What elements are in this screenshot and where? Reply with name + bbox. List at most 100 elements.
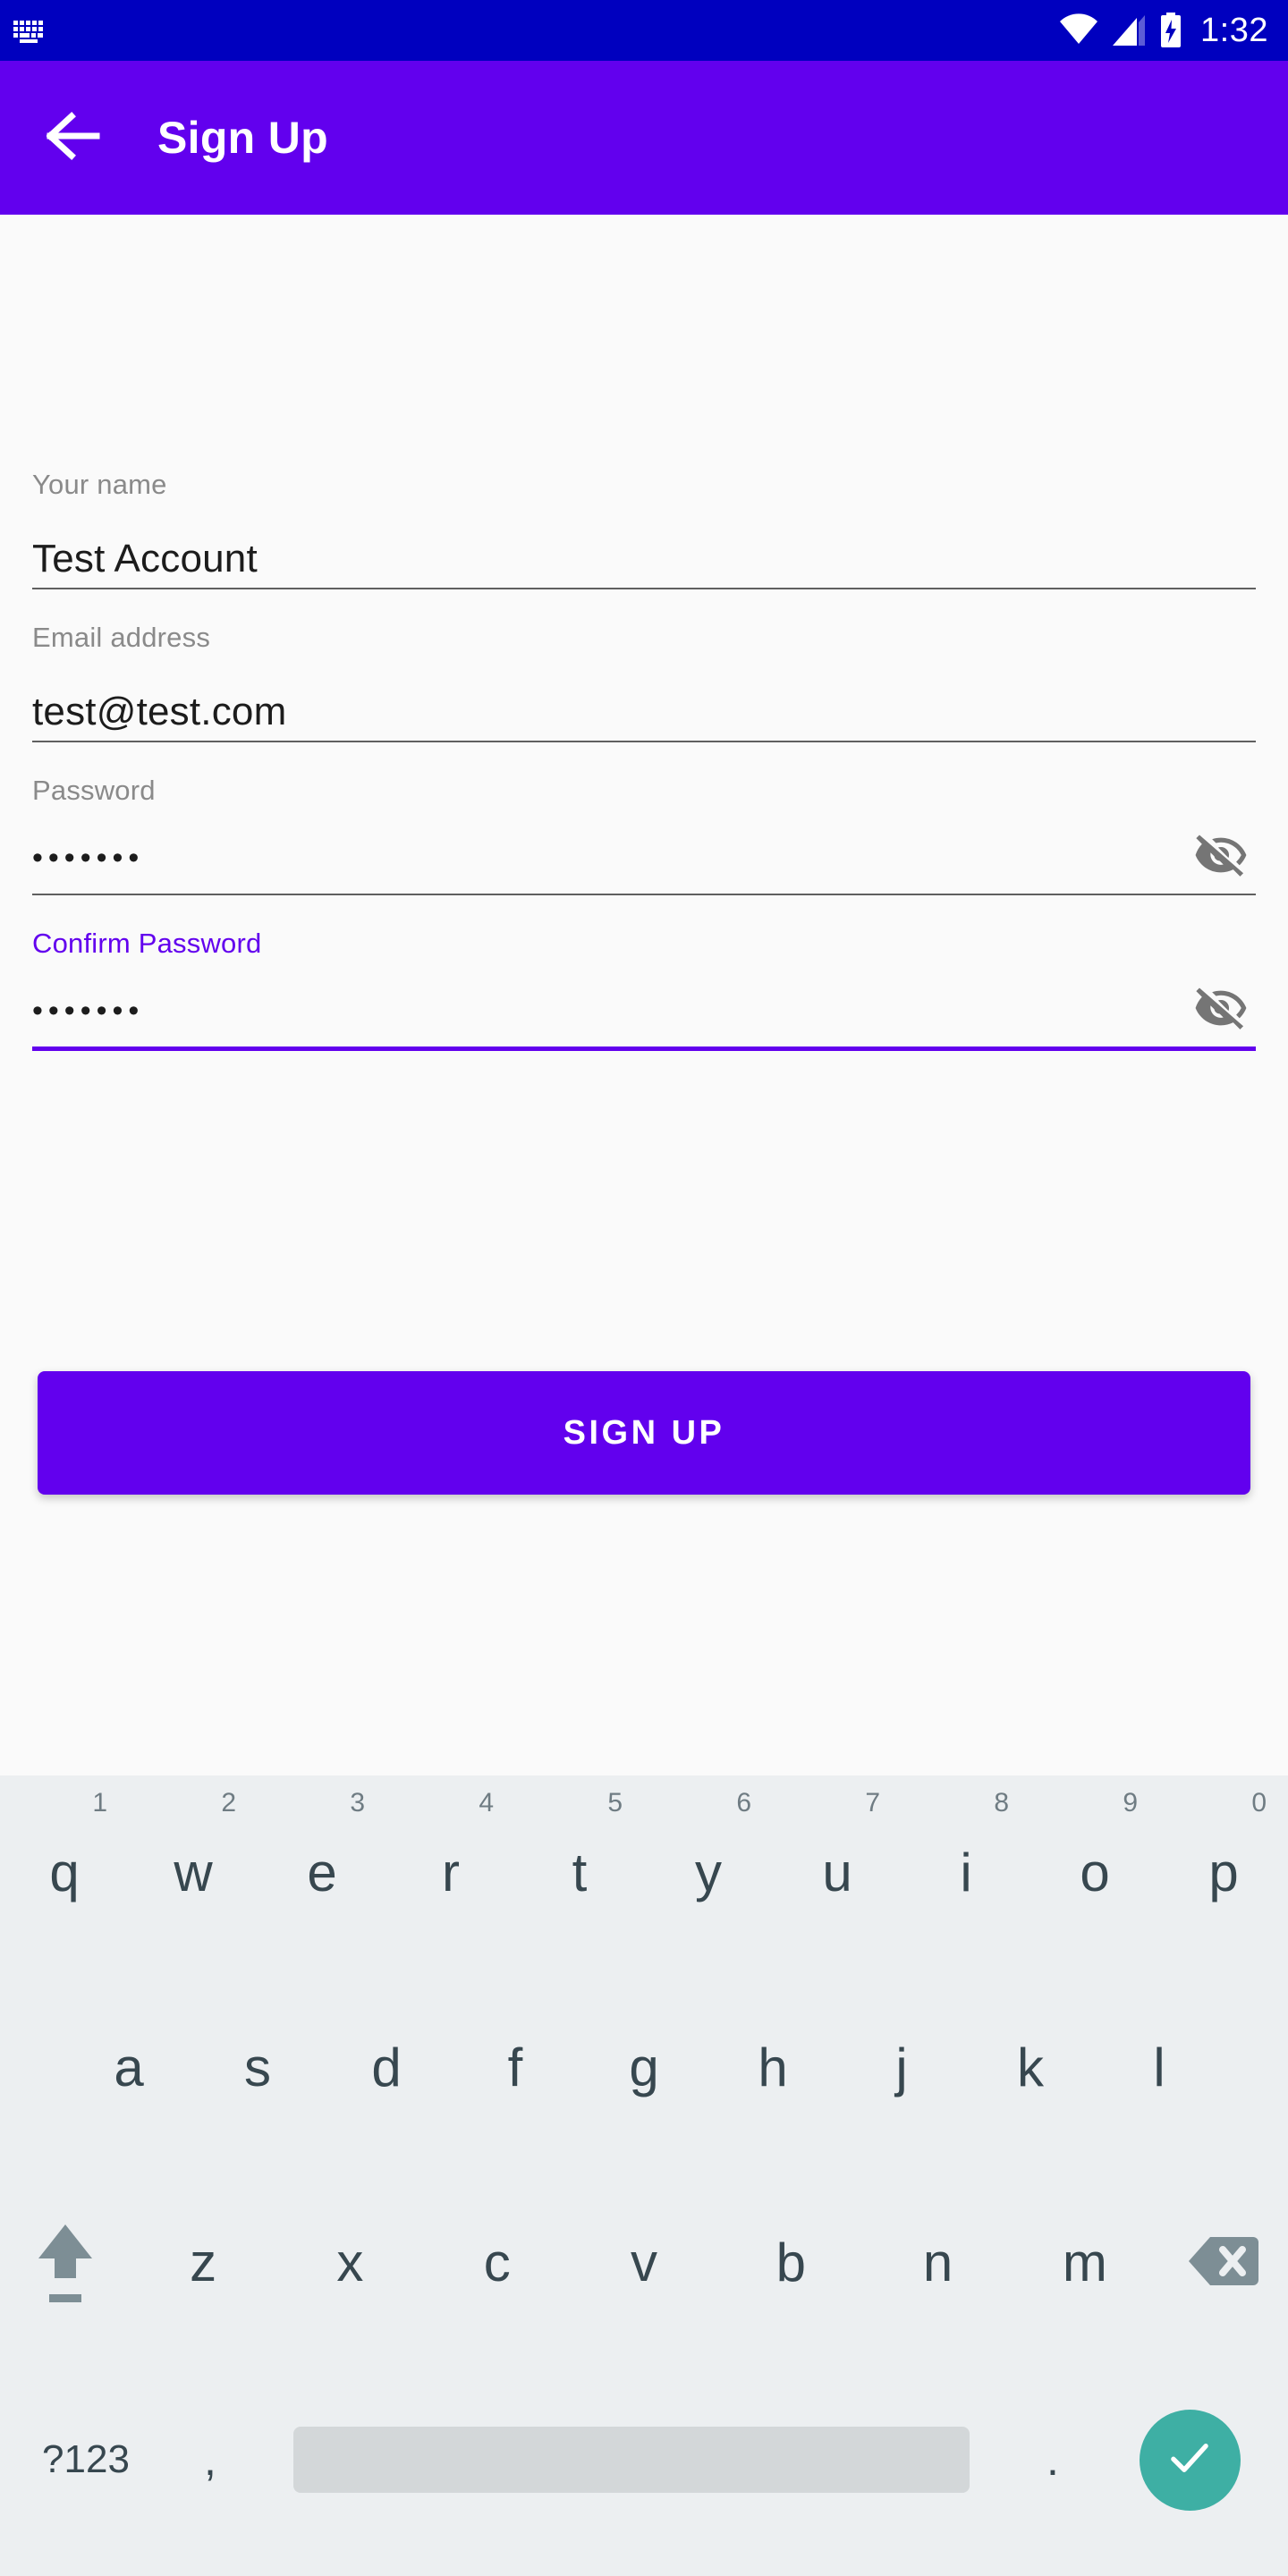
visibility-off-icon bbox=[1193, 980, 1249, 1040]
key-label: i bbox=[960, 1843, 972, 1902]
comma-key[interactable]: , bbox=[157, 2435, 263, 2485]
status-bar-right: 1:32 bbox=[1059, 12, 1268, 50]
field-underline-your-name bbox=[32, 588, 1256, 589]
key-label: t bbox=[572, 1843, 588, 1902]
input-row-your-name[interactable]: Test Account bbox=[32, 505, 1256, 588]
key-label: j bbox=[895, 2038, 908, 2097]
keyboard-row-3: z x c v b n m bbox=[0, 2165, 1288, 2360]
confirm-password-visibility-toggle[interactable] bbox=[1186, 975, 1256, 1045]
key-m[interactable]: m bbox=[1012, 2165, 1158, 2360]
sign-up-form: Your name Test Account Email address tes… bbox=[32, 468, 1256, 1082]
key-label: f bbox=[507, 2038, 523, 2097]
comma-key-label: , bbox=[204, 2435, 216, 2485]
key-label: z bbox=[190, 2233, 217, 2292]
key-label: v bbox=[630, 2233, 657, 2292]
key-hint: 4 bbox=[479, 1788, 494, 1818]
key-e[interactable]: e 3 bbox=[258, 1775, 386, 1970]
key-label: n bbox=[922, 2233, 953, 2292]
key-x[interactable]: x bbox=[276, 2165, 423, 2360]
key-d[interactable]: d bbox=[322, 1970, 451, 2165]
content-area: Your name Test Account Email address tes… bbox=[0, 215, 1288, 1775]
key-label: u bbox=[822, 1843, 852, 1902]
field-label-confirm-password: Confirm Password bbox=[32, 928, 262, 959]
key-i[interactable]: i 8 bbox=[902, 1775, 1030, 1970]
key-label: o bbox=[1080, 1843, 1110, 1902]
confirm-password-input[interactable]: ••••••• bbox=[32, 987, 1186, 1046]
check-icon bbox=[1164, 2432, 1216, 2488]
key-n[interactable]: n bbox=[864, 2165, 1011, 2360]
key-hint: 7 bbox=[865, 1788, 880, 1818]
shift-key[interactable] bbox=[0, 2165, 130, 2360]
key-label: x bbox=[336, 2233, 364, 2292]
field-underline-password bbox=[32, 894, 1256, 895]
key-y[interactable]: y 6 bbox=[644, 1775, 773, 1970]
key-label: s bbox=[244, 2038, 271, 2097]
backspace-icon bbox=[1187, 2233, 1259, 2293]
key-g[interactable]: g bbox=[580, 1970, 708, 2165]
virtual-keyboard: q 1 w 2 e 3 r 4 t 5 y 6 u 7 i 8 o 9 p 0 … bbox=[0, 1775, 1288, 2576]
input-row-email-address[interactable]: test@test.com bbox=[32, 658, 1256, 741]
key-a[interactable]: a bbox=[64, 1970, 193, 2165]
field-label-email-address: Email address bbox=[32, 622, 211, 653]
key-u[interactable]: u 7 bbox=[773, 1775, 902, 1970]
input-row-password[interactable]: ••••••• bbox=[32, 811, 1256, 894]
key-z[interactable]: z bbox=[130, 2165, 276, 2360]
field-confirm-password: Confirm Password ••••••• bbox=[32, 927, 1256, 1051]
keyboard-ime-icon bbox=[13, 17, 48, 44]
key-label: q bbox=[49, 1843, 80, 1902]
status-bar-left bbox=[13, 17, 48, 44]
battery-charging-icon bbox=[1159, 13, 1182, 48]
key-q[interactable]: q 1 bbox=[0, 1775, 129, 1970]
key-s[interactable]: s bbox=[193, 1970, 322, 2165]
field-label-your-name: Your name bbox=[32, 469, 167, 500]
period-key-label: . bbox=[1046, 2435, 1059, 2485]
key-o[interactable]: o 9 bbox=[1030, 1775, 1159, 1970]
key-label: a bbox=[114, 2038, 144, 2097]
wifi-icon bbox=[1059, 13, 1098, 47]
input-row-confirm-password[interactable]: ••••••• bbox=[32, 964, 1256, 1046]
visibility-off-icon bbox=[1193, 827, 1249, 887]
key-hint: 8 bbox=[994, 1788, 1009, 1818]
key-w[interactable]: w 2 bbox=[129, 1775, 258, 1970]
key-f[interactable]: f bbox=[451, 1970, 580, 2165]
field-underline-email-address bbox=[32, 741, 1256, 742]
key-hint: 1 bbox=[92, 1788, 107, 1818]
page-title: Sign Up bbox=[157, 113, 328, 163]
sign-up-button[interactable]: SIGN UP bbox=[38, 1371, 1250, 1495]
key-b[interactable]: b bbox=[717, 2165, 864, 2360]
email-input[interactable]: test@test.com bbox=[32, 689, 1256, 741]
backspace-key[interactable] bbox=[1158, 2165, 1288, 2360]
key-k[interactable]: k bbox=[966, 1970, 1095, 2165]
app-bar: Sign Up bbox=[0, 61, 1288, 215]
space-key[interactable] bbox=[263, 2427, 1000, 2493]
field-password: Password ••••••• bbox=[32, 774, 1256, 895]
period-key[interactable]: . bbox=[1000, 2435, 1106, 2485]
key-label: w bbox=[174, 1843, 213, 1902]
field-label-password: Password bbox=[32, 775, 156, 806]
status-bar: 1:32 bbox=[0, 0, 1288, 61]
field-your-name: Your name Test Account bbox=[32, 468, 1256, 589]
enter-key[interactable] bbox=[1106, 2409, 1274, 2511]
key-label: p bbox=[1208, 1843, 1239, 1902]
key-h[interactable]: h bbox=[708, 1970, 837, 2165]
back-button[interactable] bbox=[32, 95, 118, 181]
password-visibility-toggle[interactable] bbox=[1186, 822, 1256, 892]
key-r[interactable]: r 4 bbox=[386, 1775, 515, 1970]
key-label: b bbox=[775, 2233, 806, 2292]
password-input[interactable]: ••••••• bbox=[32, 835, 1186, 894]
key-hint: 2 bbox=[221, 1788, 236, 1818]
key-j[interactable]: j bbox=[837, 1970, 966, 2165]
key-c[interactable]: c bbox=[424, 2165, 571, 2360]
key-label: y bbox=[695, 1843, 722, 1902]
key-label: l bbox=[1153, 2038, 1165, 2097]
key-t[interactable]: t 5 bbox=[515, 1775, 644, 1970]
field-underline-confirm-password bbox=[32, 1046, 1256, 1051]
key-l[interactable]: l bbox=[1095, 1970, 1224, 2165]
key-hint: 9 bbox=[1123, 1788, 1138, 1818]
key-p[interactable]: p 0 bbox=[1159, 1775, 1288, 1970]
key-label: d bbox=[371, 2038, 402, 2097]
key-v[interactable]: v bbox=[571, 2165, 717, 2360]
symbols-key[interactable]: ?123 bbox=[14, 2437, 157, 2482]
status-bar-clock: 1:32 bbox=[1200, 11, 1268, 49]
name-input[interactable]: Test Account bbox=[32, 536, 1256, 588]
